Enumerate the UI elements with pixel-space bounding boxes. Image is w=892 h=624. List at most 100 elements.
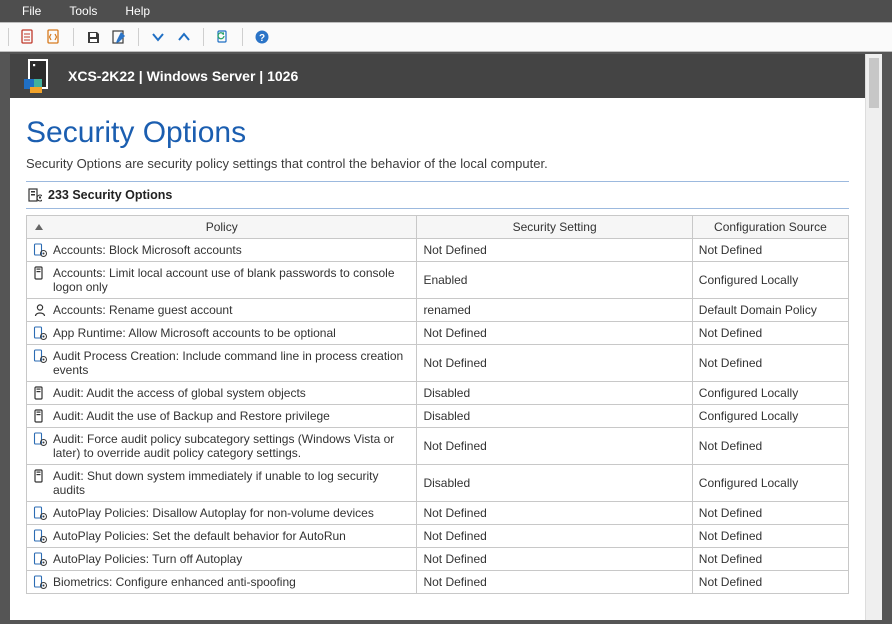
chevron-down-icon [151,30,165,44]
policy-cell: Audit: Audit the use of Backup and Resto… [27,405,417,428]
xml-icon [46,29,62,45]
table-row[interactable]: App Runtime: Allow Microsoft accounts to… [27,322,849,345]
source-cell: Not Defined [692,502,848,525]
policy-cell: AutoPlay Policies: Disallow Autoplay for… [27,502,417,525]
policy-name: AutoPlay Policies: Disallow Autoplay for… [53,506,374,520]
menu-tools[interactable]: Tools [55,2,111,20]
col-header-setting-label: Security Setting [513,220,597,234]
table-row[interactable]: AutoPlay Policies: Set the default behav… [27,525,849,548]
setting-cell: renamed [417,299,692,322]
edit-button[interactable] [108,26,130,48]
refresh-icon [215,29,231,45]
policy-icon [33,506,47,520]
table-header-row: Policy Security Setting Configuration So… [27,216,849,239]
col-header-source[interactable]: Configuration Source [692,216,848,239]
col-header-setting[interactable]: Security Setting [417,216,692,239]
collapse-up-button[interactable] [173,26,195,48]
source-cell: Not Defined [692,571,848,594]
policy-name: Audit: Shut down system immediately if u… [53,469,410,497]
policy-name: App Runtime: Allow Microsoft accounts to… [53,326,336,340]
policy-cell: Biometrics: Configure enhanced anti-spoo… [27,571,417,594]
table-row[interactable]: Audit: Audit the access of global system… [27,382,849,405]
policy-icon [33,432,47,446]
table-row[interactable]: Accounts: Block Microsoft accounts Not De… [27,239,849,262]
policy-name: Audit Process Creation: Include command … [53,349,410,377]
toolbar-separator [73,28,74,46]
policy-name: Audit: Audit the access of global system… [53,386,306,400]
setting-cell: Not Defined [417,502,692,525]
setting-cell: Not Defined [417,322,692,345]
policy-cell: Audit: Audit the access of global system… [27,382,417,405]
source-cell: Default Domain Policy [692,299,848,322]
report-viewer: XCS-2K22 | Windows Server | 1026 Securit… [10,54,882,620]
source-cell: Configured Locally [692,262,848,299]
col-header-policy[interactable]: Policy [27,216,417,239]
policy-cell: App Runtime: Allow Microsoft accounts to… [27,322,417,345]
table-row[interactable]: Audit: Force audit policy subcategory se… [27,428,849,465]
setting-cell: Not Defined [417,525,692,548]
table-row[interactable]: Accounts: Rename guest accountrenamedDef… [27,299,849,322]
setting-cell: Disabled [417,405,692,428]
source-cell: Not Defined [692,322,848,345]
menu-help[interactable]: Help [111,2,164,20]
sort-asc-icon [35,224,43,230]
help-icon: ? [254,29,270,45]
policy-name: Accounts: Limit local account use of bla… [53,266,410,294]
edit-icon [111,29,127,45]
section-header: 233 Security Options [26,181,849,209]
page-title: Security Options [26,116,849,150]
setting-cell: Not Defined [417,345,692,382]
source-cell: Not Defined [692,239,848,262]
vertical-scrollbar[interactable] [865,54,882,620]
policy-icon [33,575,47,589]
refresh-button[interactable] [212,26,234,48]
menu-file[interactable]: File [8,2,55,20]
toolbar-separator [138,28,139,46]
source-cell: Configured Locally [692,382,848,405]
setting-cell: Not Defined [417,428,692,465]
source-cell: Not Defined [692,525,848,548]
policy-cell: Accounts: Rename guest account [27,299,417,322]
setting-cell: Not Defined [417,548,692,571]
policy-cell: AutoPlay Policies: Set the default behav… [27,525,417,548]
device-icon [33,386,47,400]
table-row[interactable]: Audit Process Creation: Include command … [27,345,849,382]
table-row[interactable]: Audit: Audit the use of Backup and Resto… [27,405,849,428]
policy-cell: Audit Process Creation: Include command … [27,345,417,382]
menubar: File Tools Help [0,0,892,22]
toolbar-separator [203,28,204,46]
setting-cell: Disabled [417,465,692,502]
table-row[interactable]: Biometrics: Configure enhanced anti-spoo… [27,571,849,594]
source-cell: Not Defined [692,428,848,465]
policy-name: AutoPlay Policies: Turn off Autoplay [53,552,242,566]
source-cell: Not Defined [692,548,848,571]
chevron-up-icon [177,30,191,44]
scrollbar-thumb[interactable] [869,58,879,108]
export-pdf-button[interactable] [17,26,39,48]
source-cell: Not Defined [692,345,848,382]
policy-name: Audit: Audit the use of Backup and Resto… [53,409,330,423]
table-row[interactable]: Accounts: Limit local account use of bla… [27,262,849,299]
help-button[interactable]: ? [251,26,273,48]
policy-name: Audit: Force audit policy subcategory se… [53,432,410,460]
device-icon [33,409,47,423]
table-row[interactable]: AutoPlay Policies: Disallow Autoplay for… [27,502,849,525]
setting-cell: Enabled [417,262,692,299]
policy-icon [33,552,47,566]
save-icon [86,30,101,45]
setting-cell: Disabled [417,382,692,405]
report-title: XCS-2K22 | Windows Server | 1026 [68,68,298,84]
save-button[interactable] [82,26,104,48]
policy-cell: Accounts: Limit local account use of bla… [27,262,417,299]
export-xml-button[interactable] [43,26,65,48]
policy-icon [33,349,47,363]
policy-icon [33,243,47,257]
source-cell: Configured Locally [692,405,848,428]
expand-down-button[interactable] [147,26,169,48]
policy-cell: Accounts: Block Microsoft accounts [27,239,417,262]
table-row[interactable]: AutoPlay Policies: Turn off Autoplay Not … [27,548,849,571]
source-cell: Configured Locally [692,465,848,502]
col-header-source-label: Configuration Source [714,220,827,234]
toolbar-separator [8,28,9,46]
table-row[interactable]: Audit: Shut down system immediately if u… [27,465,849,502]
